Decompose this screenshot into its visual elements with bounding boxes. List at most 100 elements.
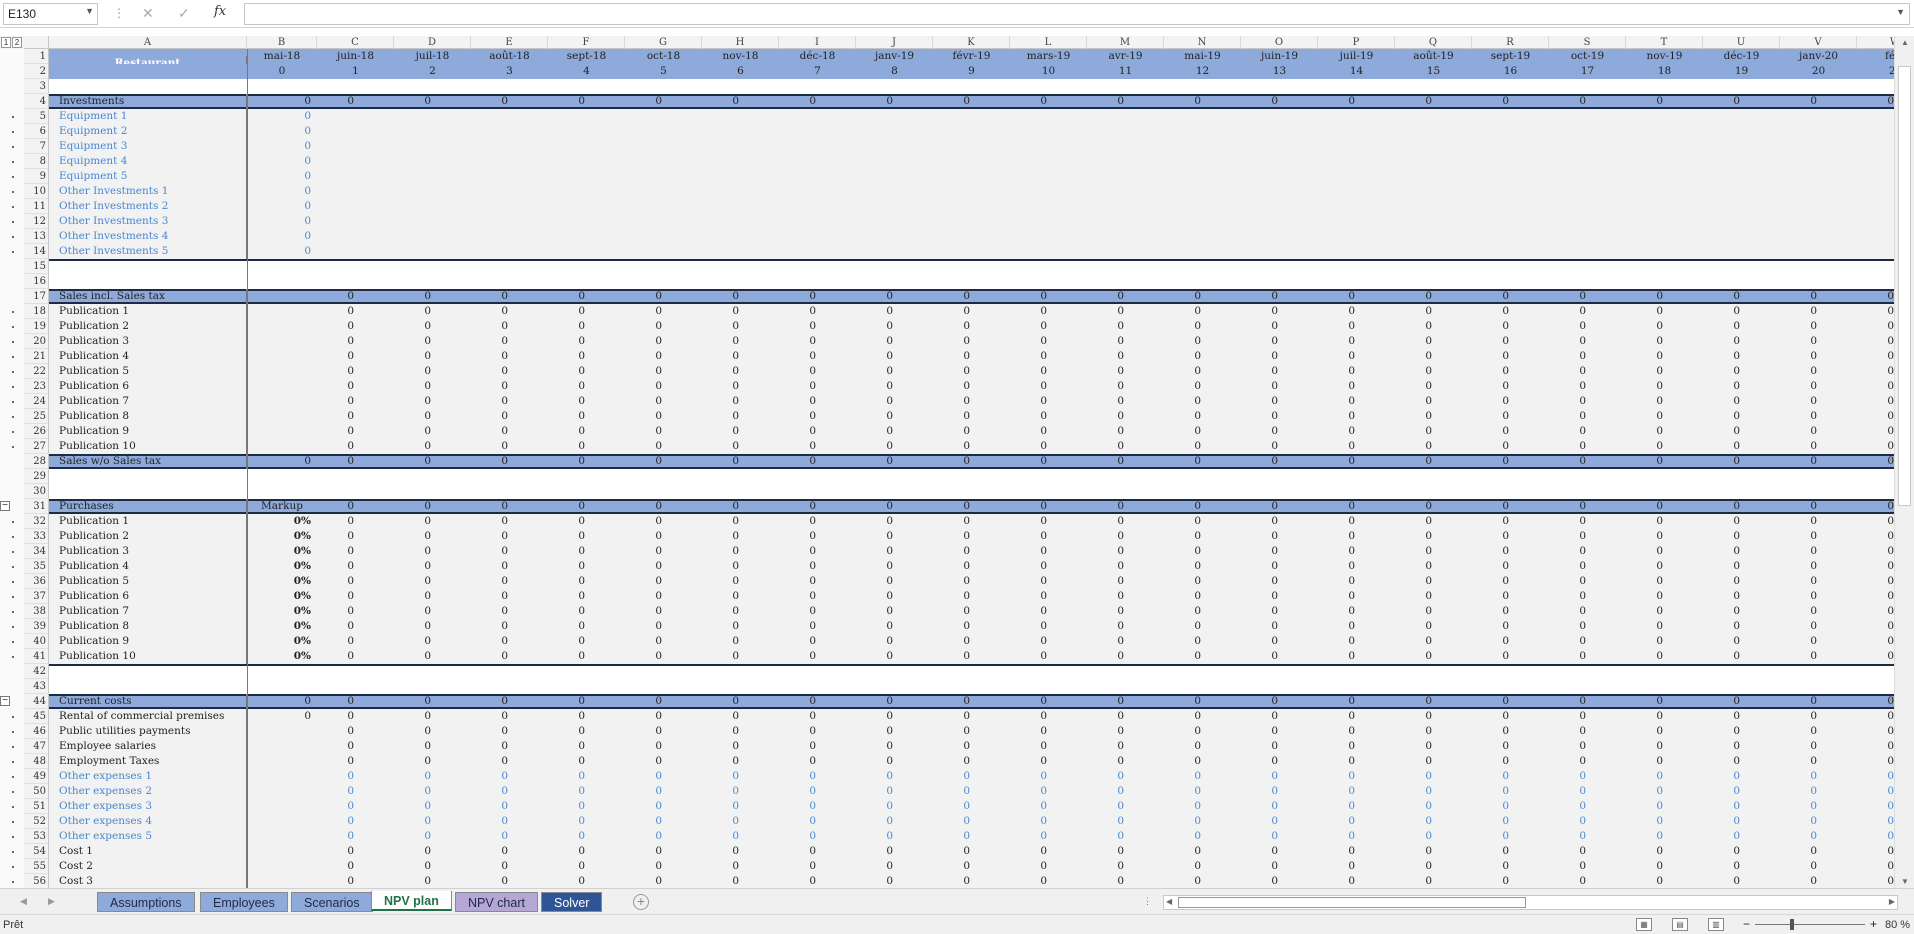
- month-value[interactable]: 0: [1208, 724, 1278, 739]
- sheet-tab[interactable]: Solver: [541, 892, 603, 912]
- month-value[interactable]: 0: [284, 619, 354, 634]
- month-value[interactable]: 0: [977, 529, 1047, 544]
- month-value[interactable]: 0: [1670, 304, 1740, 319]
- month-value[interactable]: 0: [1824, 649, 1894, 664]
- month-value[interactable]: 0: [1670, 439, 1740, 454]
- month-value[interactable]: 0: [900, 94, 970, 109]
- month-value[interactable]: 0: [1131, 334, 1201, 349]
- month-value[interactable]: 0: [1747, 514, 1817, 529]
- month-value[interactable]: 0: [1285, 394, 1355, 409]
- month-value[interactable]: 0: [977, 364, 1047, 379]
- month-value[interactable]: 0: [977, 709, 1047, 724]
- column-header[interactable]: L: [1010, 36, 1087, 49]
- month-value[interactable]: 0: [977, 379, 1047, 394]
- month-value[interactable]: 0: [1208, 304, 1278, 319]
- month-value[interactable]: 0: [361, 544, 431, 559]
- month-value[interactable]: 0: [1131, 709, 1201, 724]
- section-label[interactable]: Purchases: [49, 499, 247, 514]
- month-value[interactable]: 0: [977, 694, 1047, 709]
- row-number[interactable]: 2: [24, 64, 49, 79]
- month-value[interactable]: 0: [1593, 409, 1663, 424]
- month-value[interactable]: 0: [823, 94, 893, 109]
- period-index[interactable]: 4: [548, 64, 625, 79]
- row-number[interactable]: 54: [24, 844, 49, 859]
- month-value[interactable]: 0: [977, 544, 1047, 559]
- row-label[interactable]: Other expenses 2: [49, 784, 247, 799]
- month-value[interactable]: 0: [515, 544, 585, 559]
- month-value[interactable]: 0: [1670, 859, 1740, 874]
- month-value[interactable]: 0: [438, 589, 508, 604]
- month-value[interactable]: 0: [438, 859, 508, 874]
- month-value[interactable]: 0: [900, 409, 970, 424]
- month-value[interactable]: 0: [438, 649, 508, 664]
- month-value[interactable]: 0: [1516, 499, 1586, 514]
- month-value[interactable]: 0: [823, 814, 893, 829]
- month-value[interactable]: 0: [900, 709, 970, 724]
- month-value[interactable]: 0: [1362, 874, 1432, 888]
- month-value[interactable]: 0: [361, 709, 431, 724]
- month-value[interactable]: 0: [1516, 559, 1586, 574]
- month-value[interactable]: 0: [1824, 829, 1894, 844]
- month-value[interactable]: 0: [1670, 574, 1740, 589]
- row-label[interactable]: Cost 3: [49, 874, 247, 888]
- month-value[interactable]: 0: [823, 544, 893, 559]
- month-value[interactable]: 0: [361, 424, 431, 439]
- month-value[interactable]: 0: [1439, 94, 1509, 109]
- month-value[interactable]: 0: [1747, 619, 1817, 634]
- column-header[interactable]: O: [1241, 36, 1318, 49]
- column-header[interactable]: R: [1472, 36, 1549, 49]
- month-value[interactable]: 0: [669, 544, 739, 559]
- column-header[interactable]: G: [625, 36, 702, 49]
- month-value[interactable]: 0: [1131, 454, 1201, 469]
- month-value[interactable]: 0: [900, 379, 970, 394]
- month-value[interactable]: 0: [669, 784, 739, 799]
- row-number[interactable]: 39: [24, 619, 49, 634]
- month-value[interactable]: 0: [1285, 874, 1355, 888]
- month-value[interactable]: 0: [1439, 874, 1509, 888]
- month-value[interactable]: 0: [669, 319, 739, 334]
- month-value[interactable]: 0: [592, 409, 662, 424]
- month-value[interactable]: 0: [1593, 304, 1663, 319]
- month-value[interactable]: 0: [977, 814, 1047, 829]
- month-value[interactable]: 0: [592, 289, 662, 304]
- row-label[interactable]: Publication 10: [49, 439, 247, 454]
- row-number[interactable]: 38: [24, 604, 49, 619]
- month-value[interactable]: 0: [1516, 379, 1586, 394]
- month-value[interactable]: 0: [1439, 814, 1509, 829]
- month-value[interactable]: 0: [746, 514, 816, 529]
- month-value[interactable]: 0: [1208, 829, 1278, 844]
- month-header[interactable]: oct-19: [1549, 49, 1626, 64]
- month-value[interactable]: 0: [284, 304, 354, 319]
- month-value[interactable]: 0: [1824, 769, 1894, 784]
- month-value[interactable]: 0: [515, 94, 585, 109]
- row-label[interactable]: Publication 1: [49, 514, 247, 529]
- month-value[interactable]: 0: [284, 319, 354, 334]
- month-value[interactable]: 0: [1747, 559, 1817, 574]
- zoom-slider-thumb[interactable]: [1790, 919, 1794, 930]
- month-value[interactable]: 0: [284, 694, 354, 709]
- month-value[interactable]: 0: [592, 439, 662, 454]
- month-value[interactable]: 0: [1439, 304, 1509, 319]
- month-value[interactable]: 0: [592, 514, 662, 529]
- month-header[interactable]: mars-19: [1010, 49, 1087, 64]
- month-value[interactable]: 0: [669, 529, 739, 544]
- month-value[interactable]: 0: [1131, 769, 1201, 784]
- month-value[interactable]: 0: [669, 859, 739, 874]
- month-value[interactable]: 0: [1593, 739, 1663, 754]
- column-header[interactable]: D: [394, 36, 471, 49]
- row-label[interactable]: Other Investments 5: [49, 244, 247, 259]
- month-value[interactable]: 0: [1208, 334, 1278, 349]
- month-value[interactable]: 0: [1054, 754, 1124, 769]
- month-value[interactable]: 0: [361, 739, 431, 754]
- month-value[interactable]: 0: [1208, 784, 1278, 799]
- month-value[interactable]: 0: [669, 454, 739, 469]
- month-value[interactable]: 0: [1824, 499, 1894, 514]
- month-value[interactable]: 0: [361, 439, 431, 454]
- month-value[interactable]: 0: [592, 424, 662, 439]
- month-value[interactable]: 0: [1362, 94, 1432, 109]
- month-value[interactable]: 0: [515, 844, 585, 859]
- month-value[interactable]: 0: [438, 319, 508, 334]
- month-value[interactable]: 0: [900, 289, 970, 304]
- page-layout-view-icon[interactable]: ▤: [1672, 918, 1688, 931]
- month-value[interactable]: 0: [438, 784, 508, 799]
